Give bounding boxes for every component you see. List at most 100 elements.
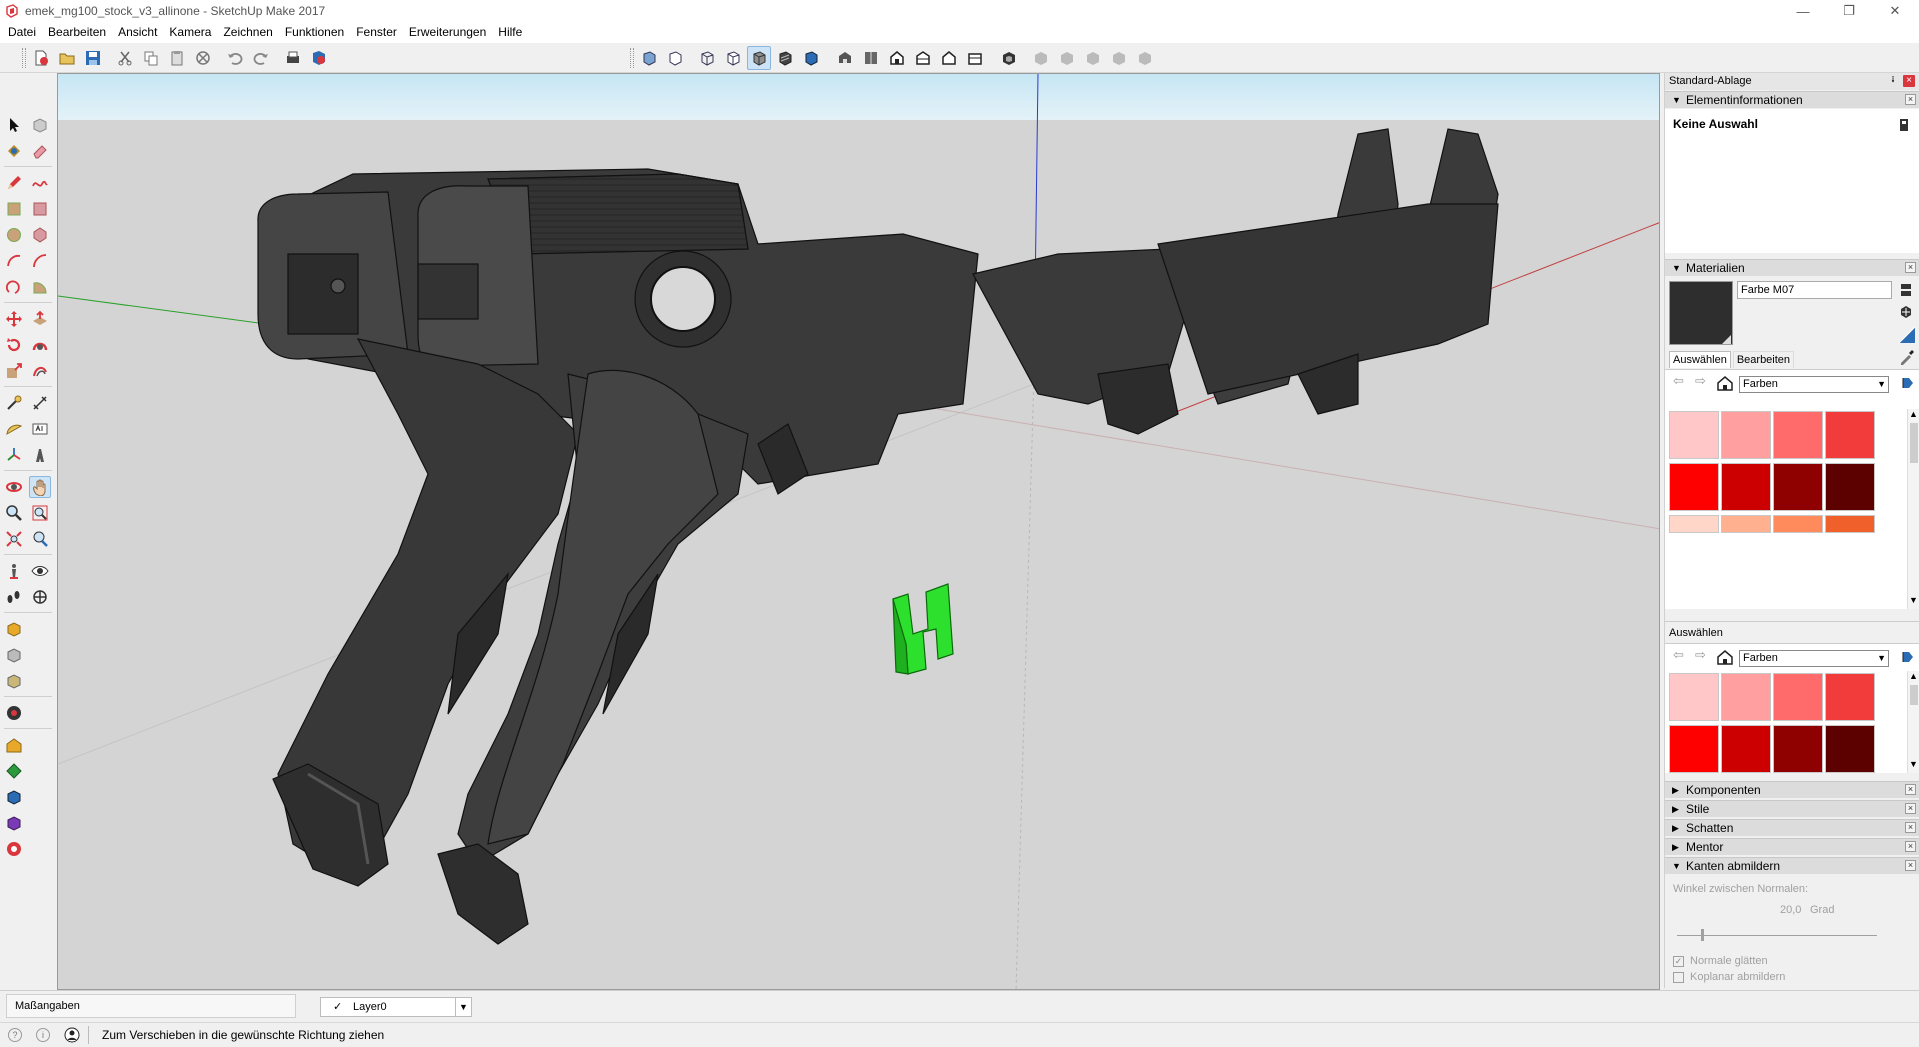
offset-tool-button[interactable] [29,360,51,382]
panel-close-icon[interactable]: × [1905,94,1916,105]
secondary-library-select[interactable]: Farben ▼ [1739,650,1889,667]
color-swatch[interactable] [1721,673,1771,721]
menu-erweiterungen[interactable]: Erweiterungen [403,22,492,43]
redo-button[interactable] [249,46,273,70]
menu-bearbeiten[interactable]: Bearbeiten [42,22,112,43]
create-material-icon[interactable] [1898,304,1914,320]
cut-button[interactable] [113,46,137,70]
protractor-button[interactable] [3,418,25,440]
back-arrow-icon[interactable]: ⇦ [1673,373,1684,389]
style-builder-button[interactable] [1133,46,1157,70]
polygon-tool-button[interactable] [29,224,51,246]
pan-button[interactable] [29,476,51,498]
color-swatch[interactable] [1825,515,1875,533]
solid-outer-shell-button[interactable] [3,734,25,756]
color-swatch[interactable] [1669,515,1719,533]
color-swatch[interactable] [1825,673,1875,721]
left-view-button[interactable] [963,46,987,70]
panel-close-icon[interactable]: × [1905,262,1916,273]
pie-tool-button[interactable] [29,276,51,298]
material-name-input[interactable] [1737,281,1892,299]
menu-fenster[interactable]: Fenster [350,22,403,43]
solid-intersect-button[interactable] [3,760,25,782]
details-arrow-icon[interactable] [1900,375,1916,391]
previous-view-button[interactable] [29,528,51,550]
layer-select[interactable]: ✓ Layer0 ▼ [320,997,472,1017]
two-point-arc-button[interactable] [29,250,51,272]
move-tool-button[interactable] [3,308,25,330]
scrollbar-thumb[interactable] [1910,685,1918,705]
panel-close-icon[interactable]: × [1905,822,1916,833]
forward-arrow-icon[interactable]: ⇨ [1695,647,1706,663]
sandbox-button[interactable] [3,702,25,724]
axes-tool-button[interactable] [3,444,25,466]
entity-info-toggle-icon[interactable] [1898,118,1910,132]
scale-tool-button[interactable] [3,360,25,382]
close-button[interactable]: ✕ [1872,0,1918,22]
line-tool-button[interactable] [3,172,25,194]
forward-arrow-icon[interactable]: ⇨ [1695,373,1706,389]
3d-warehouse-left-button[interactable] [3,618,25,640]
hidden-line-button[interactable] [721,46,745,70]
color-swatch[interactable] [1825,463,1875,511]
shaded-button[interactable] [747,46,771,70]
color-swatch[interactable] [1825,725,1875,773]
right-view-button[interactable] [911,46,935,70]
solid-union-button[interactable] [3,786,25,808]
measurements-box[interactable]: Maßangaben [6,994,296,1018]
color-swatch[interactable] [1773,515,1823,533]
rotated-rectangle-button[interactable] [29,198,51,220]
orbit-button[interactable] [3,476,25,498]
shaded-textures-button[interactable] [773,46,797,70]
soften-coplanar-checkbox[interactable] [1673,971,1684,983]
open-button[interactable] [55,46,79,70]
paste-button[interactable] [165,46,189,70]
color-swatch[interactable] [1669,411,1719,459]
solid-subtract-button[interactable] [3,812,25,834]
color-swatch[interactable] [1825,411,1875,459]
back-edges-button[interactable] [663,46,687,70]
home-icon[interactable] [1717,375,1733,391]
make-component-button[interactable] [29,114,51,136]
panel-close-icon[interactable]: × [1905,841,1916,852]
menu-datei[interactable]: Datei [2,22,42,43]
zoom-window-button[interactable] [29,502,51,524]
color-swatch[interactable] [1669,673,1719,721]
panel-komponenten-header[interactable]: ▶ Komponenten × [1665,781,1919,798]
drawing-area[interactable] [57,73,1660,990]
angle-slider-track[interactable] [1677,935,1877,936]
scroll-up-icon[interactable]: ▲ [1909,409,1918,419]
tab-auswaehlen[interactable]: Auswählen [1669,351,1731,368]
materials-scrollbar[interactable]: ▲ ▼ [1907,409,1919,609]
section-plane-button[interactable] [29,586,51,608]
angle-slider-thumb[interactable] [1701,929,1704,941]
model-info-button[interactable] [307,46,331,70]
three-point-arc-button[interactable] [3,276,25,298]
follow-me-button[interactable] [29,334,51,356]
color-swatch[interactable] [1669,463,1719,511]
iso-view-button[interactable] [833,46,857,70]
erase-button[interactable] [191,46,215,70]
pin-icon[interactable]: ⭭ [1887,75,1899,87]
eraser-button[interactable] [29,140,51,162]
freehand-tool-button[interactable] [29,172,51,194]
position-camera-button[interactable] [3,560,25,582]
walk-button[interactable] [3,586,25,608]
push-pull-button[interactable] [29,308,51,330]
credits-icon[interactable]: i [36,1028,50,1042]
secondary-scrollbar[interactable]: ▲ ▼ [1907,671,1919,773]
3d-text-button[interactable] [29,444,51,466]
minimize-button[interactable]: — [1780,0,1826,22]
panel-stile-header[interactable]: ▶ Stile × [1665,800,1919,817]
dimension-button[interactable] [29,392,51,414]
panel-schatten-header[interactable]: ▶ Schatten × [1665,819,1919,836]
color-swatch[interactable] [1773,463,1823,511]
xray-button[interactable] [637,46,661,70]
details-arrow-icon[interactable] [1900,649,1916,665]
menu-funktionen[interactable]: Funktionen [279,22,350,43]
share-model-button[interactable] [1029,46,1053,70]
back-view-button[interactable] [937,46,961,70]
scroll-down-icon[interactable]: ▼ [1909,759,1918,769]
scroll-up-icon[interactable]: ▲ [1909,671,1918,681]
zoom-button[interactable] [3,502,25,524]
